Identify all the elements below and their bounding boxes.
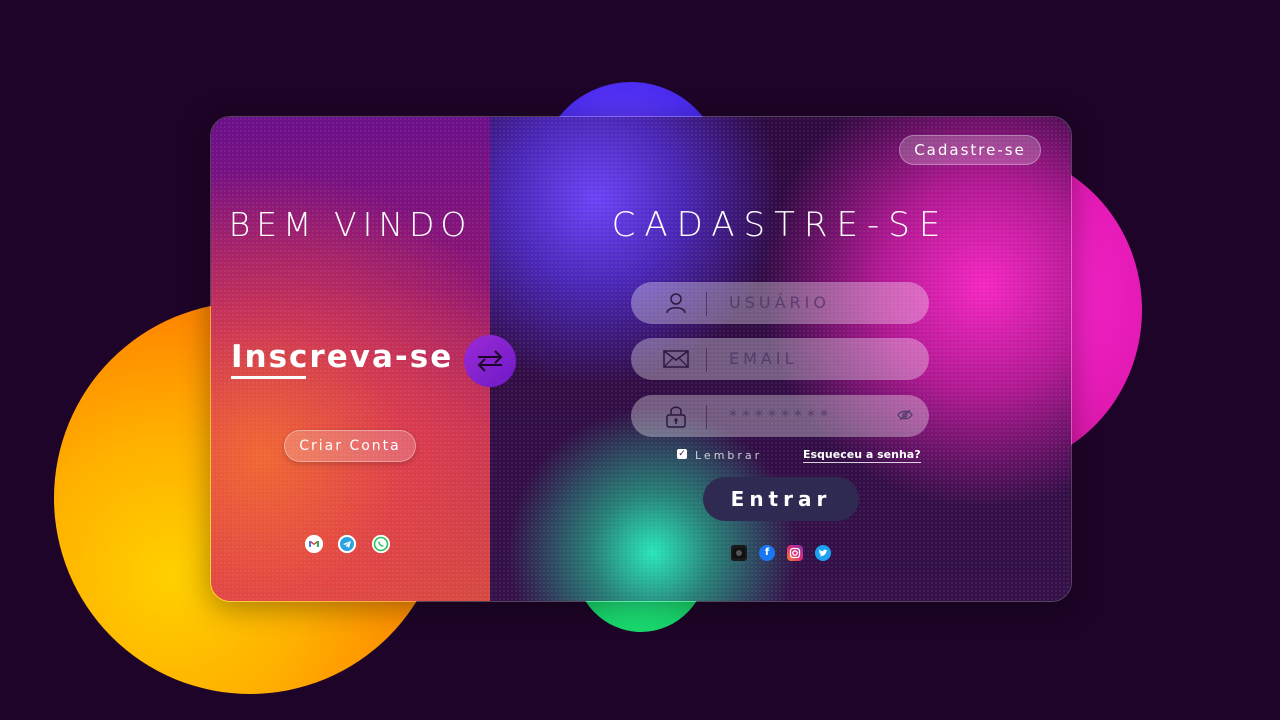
left-panel: BEM VINDO Inscreva-se Criar Conta <box>211 117 490 601</box>
welcome-heading: BEM VINDO <box>228 205 473 244</box>
swap-button[interactable] <box>464 335 516 387</box>
username-placeholder: USUÁRIO <box>729 293 830 312</box>
remember-checkbox[interactable]: ✓ <box>677 449 687 459</box>
whatsapp-icon[interactable] <box>372 535 390 553</box>
mail-icon <box>663 350 689 368</box>
twitter-icon[interactable] <box>815 545 831 561</box>
login-button[interactable]: Entrar <box>703 477 859 521</box>
github-icon[interactable] <box>731 545 747 561</box>
create-account-button[interactable]: Criar Conta <box>284 430 416 462</box>
subscribe-heading: Inscreva-se <box>231 339 454 375</box>
email-field[interactable]: EMAIL <box>631 338 929 380</box>
signup-card: BEM VINDO Inscreva-se Criar Conta Cadast… <box>210 116 1072 602</box>
telegram-icon[interactable] <box>338 535 356 553</box>
lock-icon <box>666 406 686 428</box>
gmail-icon[interactable] <box>305 535 323 553</box>
password-placeholder: ******** <box>729 406 833 425</box>
user-icon <box>666 293 686 314</box>
eye-off-icon[interactable] <box>897 408 913 422</box>
top-signup-button[interactable]: Cadastre-se <box>899 135 1041 165</box>
email-placeholder: EMAIL <box>729 349 798 368</box>
subscribe-underline <box>231 376 306 379</box>
form-title: CADASTRE-SE <box>611 205 950 245</box>
instagram-icon[interactable] <box>787 545 803 561</box>
password-field[interactable]: ******** <box>631 395 929 437</box>
swap-arrows-icon <box>477 350 503 372</box>
forgot-password-link[interactable]: Esqueceu a senha? <box>803 448 921 463</box>
remember-label: Lembrar <box>695 449 763 462</box>
username-field[interactable]: USUÁRIO <box>631 282 929 324</box>
facebook-icon[interactable]: f <box>759 545 775 561</box>
